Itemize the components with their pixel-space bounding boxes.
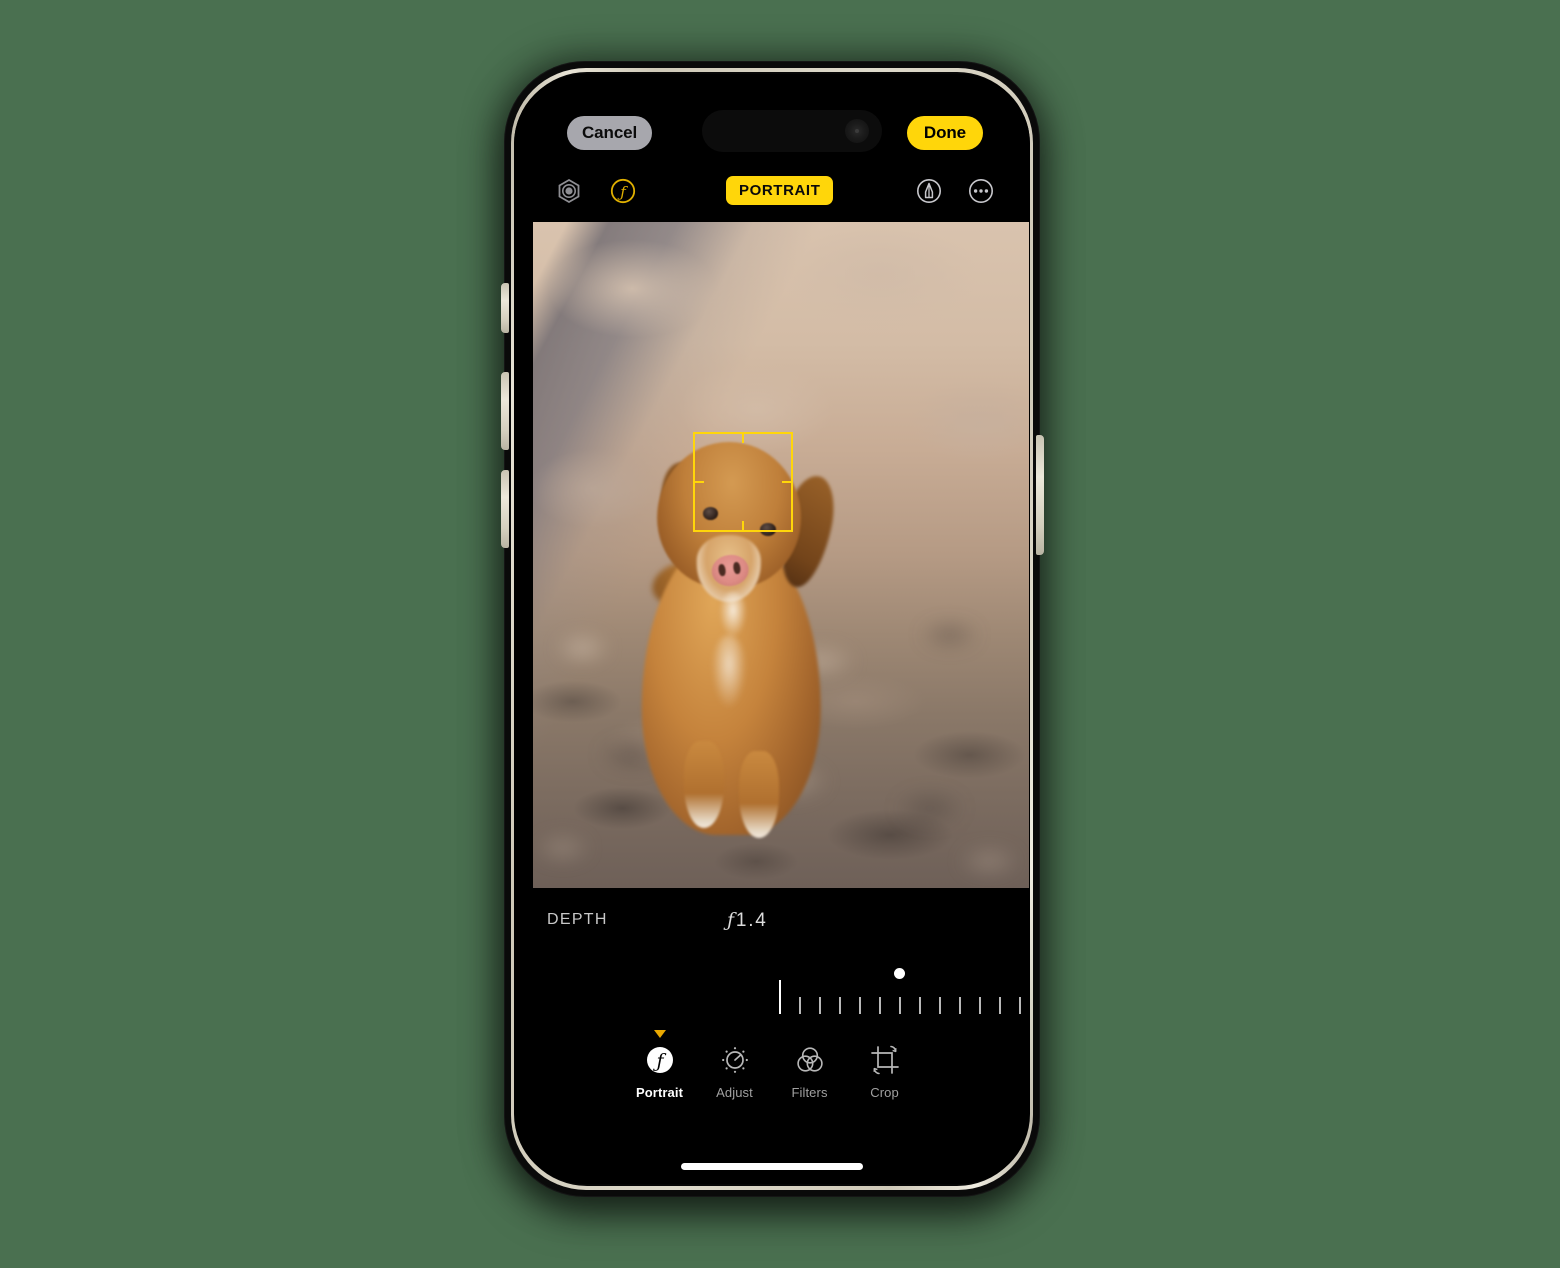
tab-adjust-label: Adjust: [716, 1085, 753, 1100]
done-button-label: Done: [923, 123, 966, 142]
svg-text:ƒ: ƒ: [617, 183, 628, 201]
depth-slider-tick: [1019, 997, 1021, 1014]
depth-slider-tick: [959, 997, 961, 1014]
depth-slider-tick: [899, 997, 901, 1014]
tab-crop[interactable]: Crop: [847, 1042, 922, 1142]
depth-slider-tick: [879, 997, 881, 1014]
editor-tool-row: ƒ PORTRAIT: [514, 166, 1030, 222]
depth-value-prefix: ƒ: [727, 909, 736, 931]
markup-button[interactable]: [910, 172, 948, 210]
dog-chest-marking: [711, 634, 747, 709]
depth-fstop-button[interactable]: ƒ: [604, 172, 642, 210]
dog-chin-marking: [719, 591, 747, 639]
depth-slider-origin-marker: [779, 980, 781, 1014]
tab-portrait[interactable]: ƒ Portrait: [622, 1030, 697, 1142]
power-button[interactable]: [1036, 435, 1044, 555]
depth-slider-tick: [859, 997, 861, 1014]
depth-slider-thumb[interactable]: [894, 968, 905, 979]
cancel-button[interactable]: Cancel: [567, 116, 653, 150]
portrait-mode-badge[interactable]: PORTRAIT: [726, 176, 834, 205]
home-indicator[interactable]: [681, 1163, 863, 1170]
depth-slider-tick: [999, 997, 1001, 1014]
tab-crop-label: Crop: [870, 1085, 899, 1100]
depth-slider-tick: [979, 997, 981, 1014]
focus-box-tick-right: [782, 481, 793, 483]
depth-value: ƒ1.4: [727, 909, 768, 932]
depth-slider-tick: [799, 997, 801, 1014]
phone-screen: Cancel Done ƒ PORTRAIT DEPTH ƒ1.4 ƒ Port…: [514, 74, 1030, 1184]
photo-subject-dog: [533, 222, 1029, 888]
depth-slider-tick: [819, 997, 821, 1014]
photo-preview[interactable]: [533, 222, 1029, 888]
tab-filters[interactable]: Filters: [772, 1042, 847, 1142]
dynamic-island: [702, 110, 882, 152]
live-photo-button[interactable]: [550, 172, 588, 210]
depth-control-panel: DEPTH ƒ1.4: [514, 888, 1030, 1048]
face-focus-box[interactable]: [693, 432, 793, 532]
filters-circles-icon: [792, 1042, 828, 1078]
depth-slider[interactable]: [764, 962, 1030, 1022]
depth-slider-tick: [939, 997, 941, 1014]
volume-down-button[interactable]: [501, 470, 509, 548]
tab-adjust[interactable]: Adjust: [697, 1042, 772, 1142]
screenshot-stage: Cancel Done ƒ PORTRAIT DEPTH ƒ1.4 ƒ Port…: [0, 0, 1560, 1268]
active-tab-caret-icon: [653, 1030, 666, 1038]
portrait-f-icon: ƒ: [642, 1042, 678, 1078]
dog-front-leg-right: [738, 751, 779, 839]
volume-up-button[interactable]: [501, 372, 509, 450]
editor-tab-bar: ƒ Portrait Adjust Filters Crop: [514, 1030, 1030, 1142]
done-button[interactable]: Done: [906, 116, 983, 150]
depth-label: DEPTH: [547, 911, 608, 928]
editor-top-bar: Cancel Done ƒ PORTRAIT: [514, 74, 1030, 222]
depth-value-number: 1.4: [735, 910, 768, 931]
cancel-button-label: Cancel: [582, 123, 638, 142]
tab-filters-label: Filters: [791, 1085, 828, 1100]
depth-slider-tick: [919, 997, 921, 1014]
markup-pen-icon: [917, 179, 941, 203]
action-button[interactable]: [501, 283, 509, 333]
live-photo-hexagon-icon: [558, 178, 580, 204]
front-camera-icon: [845, 119, 869, 143]
crop-rotate-icon: [867, 1042, 903, 1078]
aperture-f-stop-icon: ƒ: [610, 178, 636, 204]
more-options-icon: [969, 179, 993, 203]
focus-box-tick-bottom: [742, 521, 744, 532]
tab-portrait-label: Portrait: [635, 1085, 684, 1100]
portrait-mode-badge-label: PORTRAIT: [739, 182, 821, 199]
adjust-dial-icon: [717, 1042, 753, 1078]
dog-front-leg-left: [684, 741, 724, 829]
more-options-button[interactable]: [962, 172, 1000, 210]
focus-box-tick-left: [693, 481, 704, 483]
depth-slider-tick: [839, 997, 841, 1014]
focus-box-tick-top: [742, 432, 744, 443]
